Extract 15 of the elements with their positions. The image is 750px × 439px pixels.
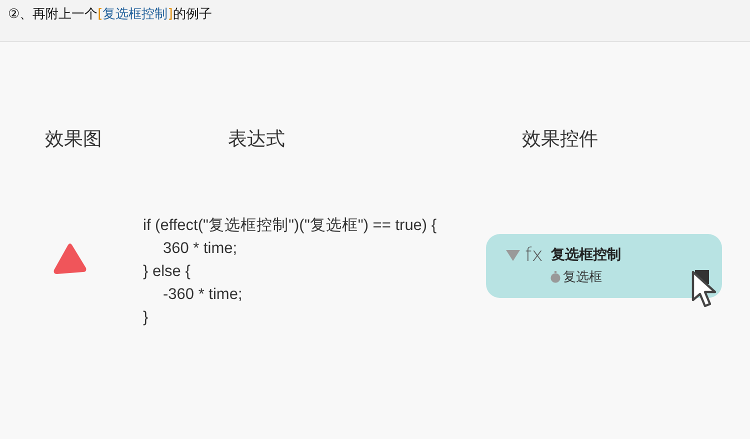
fx-label: fx — [525, 244, 543, 266]
post-heading: ②、再附上一个[复选框控制]的例子 — [8, 6, 212, 22]
code-line: if (effect("复选框控制")("复选框") == true) { — [143, 217, 437, 234]
twirl-triangle-icon[interactable] — [506, 249, 520, 261]
column-title: 表达式 — [228, 127, 286, 152]
stopwatch-icon[interactable] — [550, 271, 561, 283]
column-title: 效果图 — [45, 127, 103, 152]
property-label: 复选框 — [563, 269, 602, 286]
code-line: -360 * time; — [163, 286, 242, 303]
code-line: } — [143, 309, 148, 326]
code-line: } else { — [143, 263, 190, 280]
code-line: 360 * time; — [163, 240, 238, 257]
triangle-shape — [52, 242, 88, 276]
effect-name: 复选框控制 — [550, 246, 621, 264]
column-title: 效果控件 — [522, 127, 598, 152]
